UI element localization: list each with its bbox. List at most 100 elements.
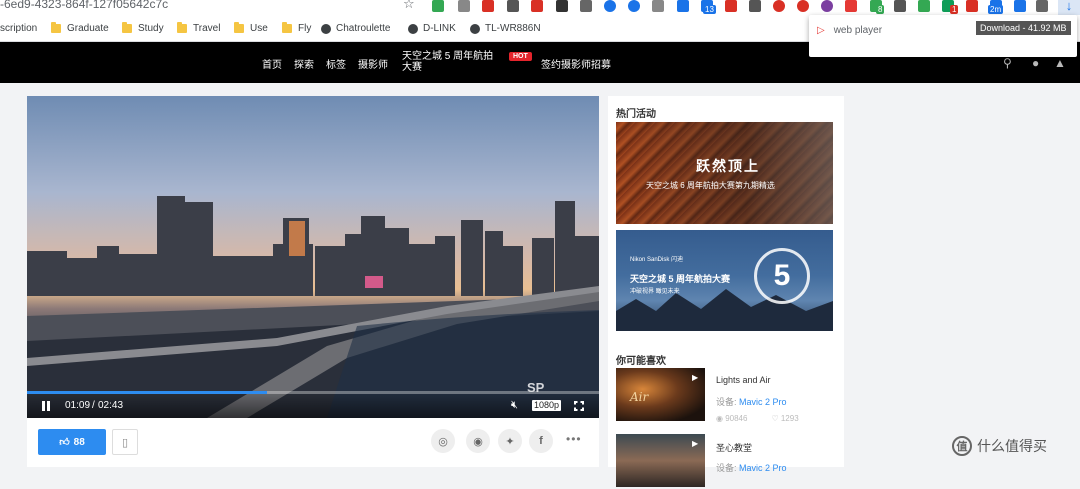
extension-badge: 8 bbox=[876, 5, 885, 14]
extension-badge: 1 bbox=[950, 5, 959, 14]
event-banner[interactable]: Nikon SanDisk 闪迪 天空之城 5 周年航拍大赛 冲破视界 瞰见未来… bbox=[616, 230, 833, 331]
bookmark-star-icon[interactable]: ☆ bbox=[403, 0, 415, 12]
address-bar-row: -6ed9-4323-864f-127f05642c7c ☆ 13 8 1 2m… bbox=[0, 0, 1080, 15]
rec-title[interactable]: 圣心教堂 bbox=[716, 441, 752, 454]
rec-title[interactable]: Lights and Air bbox=[716, 375, 771, 385]
folder-icon bbox=[122, 22, 132, 33]
video-card: SP 01:09 / 02:43 🔇︎ 1080p 👍︎ 88 ▯ ◎ ◉ ✦ … bbox=[27, 96, 599, 467]
extension-icon[interactable] bbox=[580, 0, 592, 12]
brand-logo-icon: 值 bbox=[952, 436, 972, 456]
bookmark-item[interactable]: TL-WR886N bbox=[470, 15, 541, 42]
like-count-value: 1293 bbox=[780, 414, 799, 423]
extension-icon[interactable] bbox=[628, 0, 640, 12]
extension-icon[interactable] bbox=[556, 0, 568, 12]
pause-icon[interactable] bbox=[41, 401, 51, 411]
download-icon[interactable]: ↓ bbox=[1058, 0, 1080, 15]
bookmark-label: Chatroulette bbox=[336, 23, 391, 34]
globe-icon bbox=[321, 23, 331, 34]
extension-icon[interactable] bbox=[797, 0, 809, 12]
search-icon[interactable]: ⚲ bbox=[1003, 56, 1012, 70]
bookmark-item[interactable]: Use bbox=[234, 15, 268, 42]
extension-icon[interactable] bbox=[1036, 0, 1048, 12]
bookmark-icon: ▯ bbox=[121, 436, 129, 449]
bookmark-label: Travel bbox=[193, 23, 221, 34]
banner-heading: 天空之城 5 周年航拍大赛 bbox=[630, 274, 731, 284]
bookmark-item[interactable]: scription bbox=[0, 15, 37, 42]
extension-icon[interactable] bbox=[749, 0, 761, 12]
rec-device: 设备: Mavic 2 Pro bbox=[716, 395, 787, 408]
nav-tags[interactable]: 标签 bbox=[326, 56, 346, 71]
video-thumbnail: ▶ bbox=[616, 434, 705, 487]
extension-icon[interactable] bbox=[458, 0, 470, 12]
user-icon[interactable]: ● bbox=[1032, 56, 1039, 70]
video-icon: ▶ bbox=[692, 373, 699, 382]
bookmark-button[interactable]: ▯ bbox=[112, 429, 138, 455]
bookmark-item[interactable]: Graduate bbox=[51, 15, 109, 42]
download-tooltip: Download - 41.92 MB bbox=[976, 21, 1071, 35]
mute-icon[interactable]: 🔇︎ bbox=[511, 399, 518, 412]
sidebar: 热门活动 跃然顶上 天空之城 6 周年航拍大赛第九期精选 Nikon SanDi… bbox=[608, 96, 844, 487]
extension-icon[interactable] bbox=[652, 0, 664, 12]
bookmark-item[interactable]: Chatroulette bbox=[321, 15, 390, 42]
globe-icon bbox=[470, 23, 480, 34]
weibo-icon[interactable]: ◉ bbox=[466, 429, 490, 453]
extension-icon[interactable] bbox=[725, 0, 737, 12]
banner-subtitle: 天空之城 6 周年航拍大赛第九期精选 bbox=[646, 181, 775, 190]
list-item[interactable]: Air ▶ Lights and Air 设备: Mavic 2 Pro ◉ 9… bbox=[616, 368, 841, 423]
extension-icon[interactable] bbox=[531, 0, 543, 12]
extension-icon[interactable] bbox=[845, 0, 857, 12]
anniversary-emblem: 5 bbox=[754, 248, 810, 304]
extension-icon[interactable] bbox=[432, 0, 444, 12]
bell-icon[interactable]: ▲ bbox=[1054, 56, 1066, 70]
banner-subtitle: 冲破视界 瞰见未来 bbox=[630, 289, 680, 295]
anniversary-number: 5 bbox=[773, 259, 791, 292]
download-item[interactable]: ▷ web player bbox=[817, 25, 882, 36]
download-item-label: web player bbox=[833, 25, 883, 36]
nav-photographers[interactable]: 摄影师 bbox=[358, 56, 388, 71]
nav-contest[interactable]: 天空之城 5 周年航拍大赛 bbox=[402, 51, 502, 73]
duration: 02:43 bbox=[98, 400, 124, 411]
brand-watermark: 值 什么值得买 bbox=[952, 436, 1047, 456]
bookmark-item[interactable]: D-LINK bbox=[408, 15, 456, 42]
extension-icon[interactable] bbox=[821, 0, 833, 12]
video-player[interactable]: SP 01:09 / 02:43 🔇︎ 1080p bbox=[27, 96, 599, 418]
video-progress-bar[interactable] bbox=[27, 391, 599, 394]
bookmark-label: Fly bbox=[298, 23, 312, 34]
folder-icon bbox=[177, 22, 187, 33]
more-icon[interactable]: ••• bbox=[566, 432, 582, 446]
extension-icon[interactable] bbox=[894, 0, 906, 12]
video-icon: ▶ bbox=[692, 439, 699, 448]
like-button[interactable]: 👍︎ 88 bbox=[38, 429, 106, 455]
bookmark-item[interactable]: Travel bbox=[177, 15, 220, 42]
bookmark-item[interactable]: Fly bbox=[282, 15, 311, 42]
device-label: 设备: bbox=[716, 463, 740, 473]
time-separator: / bbox=[92, 400, 95, 411]
folder-icon bbox=[234, 22, 244, 33]
wechat-icon[interactable]: ◎ bbox=[431, 429, 455, 453]
bookmark-label: Graduate bbox=[67, 23, 109, 34]
nav-explore[interactable]: 探索 bbox=[294, 56, 314, 71]
bookmark-item[interactable]: Study bbox=[122, 15, 164, 42]
extension-icon[interactable] bbox=[482, 0, 494, 12]
twitter-icon[interactable]: ✦ bbox=[498, 429, 522, 453]
event-banner[interactable]: 跃然顶上 天空之城 6 周年航拍大赛第九期精选 bbox=[616, 122, 833, 224]
extension-icon[interactable] bbox=[918, 0, 930, 12]
facebook-icon[interactable]: f bbox=[529, 429, 553, 453]
list-item[interactable]: ▶ 圣心教堂 设备: Mavic 2 Pro bbox=[616, 434, 841, 489]
url-text[interactable]: -6ed9-4323-864f-127f05642c7c bbox=[0, 0, 168, 11]
video-thumbnail: Air ▶ bbox=[616, 368, 705, 421]
view-count-value: 90846 bbox=[725, 414, 748, 423]
extension-icon[interactable] bbox=[604, 0, 616, 12]
extension-icon[interactable] bbox=[966, 0, 978, 12]
nav-home[interactable]: 首页 bbox=[262, 56, 282, 71]
extension-icon[interactable] bbox=[773, 0, 785, 12]
nav-signup[interactable]: 签约摄影师招募 bbox=[541, 56, 611, 71]
device-name[interactable]: Mavic 2 Pro bbox=[739, 397, 787, 407]
extension-icon[interactable] bbox=[677, 0, 689, 12]
extension-icon[interactable] bbox=[507, 0, 519, 12]
hot-badge: HOT bbox=[509, 52, 532, 61]
extension-icon[interactable] bbox=[1014, 0, 1026, 12]
extension-badge: 13 bbox=[703, 5, 716, 14]
device-name[interactable]: Mavic 2 Pro bbox=[739, 463, 787, 473]
quality-selector[interactable]: 1080p bbox=[532, 400, 562, 411]
